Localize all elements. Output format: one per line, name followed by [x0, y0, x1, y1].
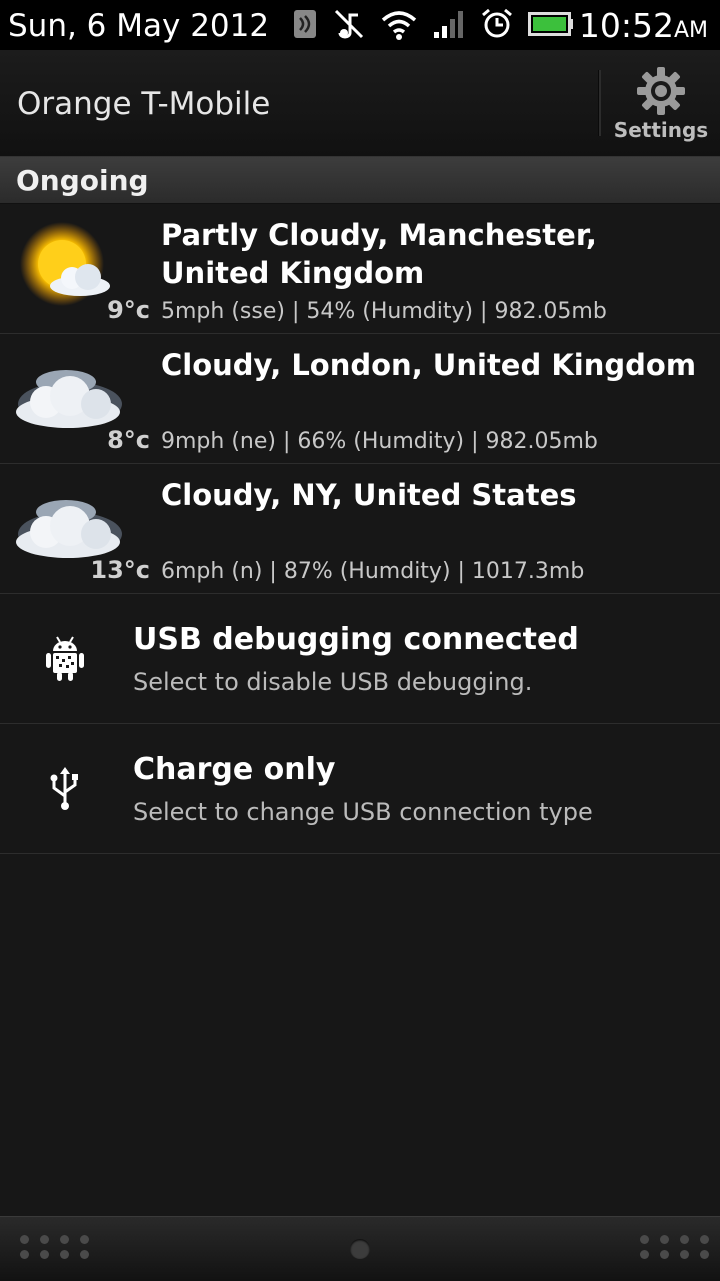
status-icons	[292, 7, 588, 45]
weather-title: Partly Cloudy, Manchester, United Kingdo…	[161, 218, 597, 290]
nfc-icon	[292, 8, 318, 44]
weather-temp: 9°c	[107, 296, 150, 324]
ongoing-section-header: Ongoing	[0, 157, 720, 204]
usb-debugging-notification[interactable]: USB debugging connected Select to disabl…	[0, 594, 720, 724]
settings-label: Settings	[613, 118, 709, 142]
status-time-ampm: AM	[673, 18, 708, 43]
status-date: Sun, 6 May 2012	[8, 8, 270, 44]
grip-dots-left	[20, 1235, 90, 1259]
grip-dots-right	[640, 1235, 710, 1259]
usb-icon	[50, 767, 78, 810]
notification-drag-bar[interactable]	[0, 1216, 720, 1281]
status-bar: Sun, 6 May 2012 10:52AM	[0, 0, 720, 50]
drag-handle[interactable]	[350, 1239, 370, 1259]
signal-icon	[432, 8, 466, 44]
weather-detail: 5mph (sse) | 54% (Humdity) | 982.05mb	[161, 299, 607, 324]
weather-notification[interactable]: 13°c Cloudy, NY, United States 6mph (n) …	[0, 464, 720, 594]
notification-title: USB debugging connected	[133, 622, 579, 657]
status-time: 10:52AM	[579, 6, 708, 45]
weather-temp: 8°c	[107, 426, 150, 454]
wifi-icon	[380, 8, 418, 44]
weather-detail: 9mph (ne) | 66% (Humdity) | 982.05mb	[161, 429, 598, 454]
notification-header: Orange T-Mobile Settings	[0, 50, 720, 157]
weather-detail: 6mph (n) | 87% (Humdity) | 1017.3mb	[161, 559, 585, 584]
settings-button[interactable]: Settings	[602, 62, 720, 152]
section-title: Ongoing	[16, 164, 149, 197]
alarm-icon	[480, 7, 514, 45]
notification-subtitle: Select to disable USB debugging.	[133, 668, 533, 696]
weather-temp: 13°c	[90, 556, 150, 584]
battery-icon	[528, 10, 574, 42]
weather-title: Cloudy, London, United Kingdom	[161, 348, 697, 382]
notification-title: Charge only	[133, 752, 336, 787]
weather-notification[interactable]: 8°c Cloudy, London, United Kingdom 9mph …	[0, 334, 720, 464]
carrier-name: Orange T-Mobile	[17, 86, 271, 122]
usb-connection-notification[interactable]: Charge only Select to change USB connect…	[0, 724, 720, 854]
mute-icon	[332, 7, 366, 45]
weather-title: Cloudy, NY, United States	[161, 478, 577, 512]
header-divider	[598, 70, 601, 136]
android-debug-icon	[46, 636, 84, 681]
weather-notification[interactable]: 9°c Partly Cloudy, Manchester, United Ki…	[0, 204, 720, 334]
notification-subtitle: Select to change USB connection type	[133, 798, 593, 826]
status-time-value: 10:52	[578, 6, 674, 45]
gear-icon	[637, 67, 685, 115]
